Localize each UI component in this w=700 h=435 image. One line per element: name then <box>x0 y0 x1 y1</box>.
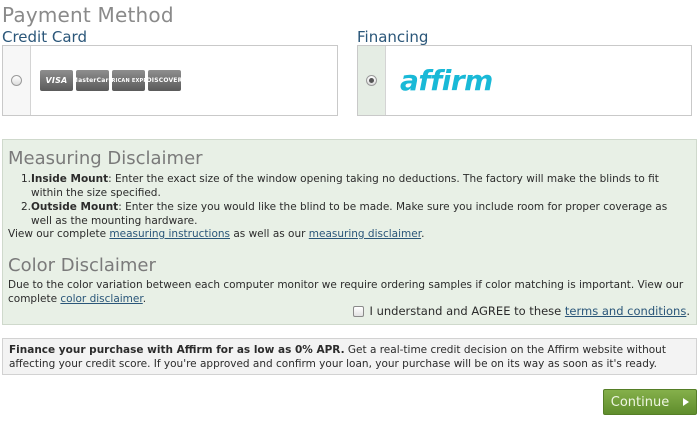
terms-link[interactable]: terms and conditions <box>565 304 686 318</box>
play-arrow-icon <box>683 398 690 406</box>
affirm-logo: affirm <box>400 64 493 97</box>
credit-card-radio[interactable] <box>11 75 22 86</box>
color-disclaimer-text: Due to the color variation between each … <box>8 278 698 306</box>
list-item: 1. Inside Mount: Enter the exact size of… <box>21 172 691 200</box>
view-suffix: . <box>421 228 425 240</box>
credit-card-radio-cell[interactable] <box>3 46 31 115</box>
measuring-disclaimer-link[interactable]: measuring disclaimer <box>309 228 421 240</box>
agreement-row: I understand and AGREE to these terms an… <box>352 304 690 318</box>
continue-label: Continue <box>610 394 670 410</box>
measuring-links-line: View our complete measuring instructions… <box>8 227 424 241</box>
agree-label-text: I understand and AGREE to these <box>369 304 565 318</box>
list-number: 2. <box>21 201 32 213</box>
mastercard-icon: MasterCard <box>76 70 109 91</box>
card-logos: VISA MasterCard AMERICAN EXPRESS DISCOVE… <box>31 46 181 115</box>
financing-radio[interactable] <box>366 75 377 86</box>
financing-radio-cell[interactable] <box>358 46 386 115</box>
finance-note-panel: Finance your purchase with Affirm for as… <box>2 338 697 375</box>
agree-suffix: . <box>686 304 690 318</box>
list-item-title: Inside Mount <box>31 173 109 185</box>
list-number: 1. <box>21 173 32 185</box>
color-text-suffix: . <box>142 293 147 305</box>
color-disclaimer-heading: Color Disclaimer <box>8 255 156 276</box>
finance-note-text: Finance your purchase with Affirm for as… <box>9 343 690 371</box>
measuring-instructions-link[interactable]: measuring instructions <box>109 228 230 240</box>
visa-card-icon: VISA <box>40 70 73 91</box>
list-item-text: : Enter the size you would like the blin… <box>31 201 668 227</box>
list-item: 2. Outside Mount: Enter the size you wou… <box>21 200 691 228</box>
financing-option[interactable]: affirm <box>357 45 692 116</box>
credit-card-heading: Credit Card <box>2 28 87 46</box>
list-item-title: Outside Mount <box>31 201 119 213</box>
list-item-text: : Enter the exact size of the window ope… <box>31 173 659 199</box>
agree-label: I understand and AGREE to these terms an… <box>370 304 690 318</box>
credit-card-option[interactable]: VISA MasterCard AMERICAN EXPRESS DISCOVE… <box>2 45 338 116</box>
disclaimer-panel: Measuring Disclaimer 1. Inside Mount: En… <box>2 139 697 325</box>
continue-button[interactable]: Continue <box>603 389 697 415</box>
financing-heading: Financing <box>357 28 429 46</box>
color-disclaimer-link[interactable]: color disclaimer <box>60 293 142 305</box>
view-prefix: View our complete <box>8 228 110 240</box>
finance-note-bold: Finance your purchase with Affirm for as… <box>9 344 345 356</box>
amex-card-icon: AMERICAN EXPRESS <box>112 70 145 91</box>
agree-checkbox[interactable] <box>352 305 364 317</box>
measuring-disclaimer-heading: Measuring Disclaimer <box>8 148 203 169</box>
discover-card-icon: DISCOVER <box>148 70 181 91</box>
view-middle: as well as our <box>230 228 309 240</box>
page-title: Payment Method <box>2 3 174 27</box>
